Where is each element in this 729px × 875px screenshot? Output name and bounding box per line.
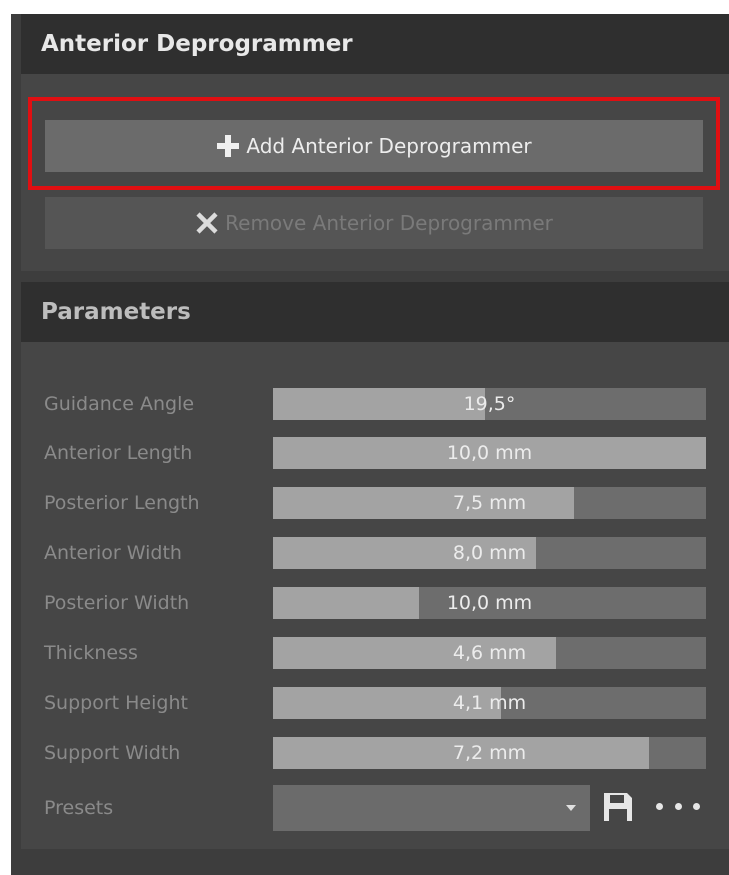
slider-posterior-width[interactable]: 10,0 mm [273,587,706,619]
remove-button-label: Remove Anterior Deprogrammer [225,211,553,235]
slider-support-height[interactable]: 4,1 mm [273,687,706,719]
param-label-anterior-width: Anterior Width [44,542,182,564]
slider-support-width[interactable]: 7,2 mm [273,737,706,769]
slider-value: 4,1 mm [452,692,527,714]
param-label-posterior-width: Posterior Width [44,592,190,614]
slider-posterior-length[interactable]: 7,5 mm [273,487,706,519]
slider-value: 10,0 mm [446,442,533,464]
save-icon[interactable] [601,790,635,824]
add-anterior-deprogrammer-button[interactable]: Add Anterior Deprogrammer [45,120,703,172]
remove-anterior-deprogrammer-button[interactable]: Remove Anterior Deprogrammer [45,197,703,249]
section-title: Parameters [41,299,191,325]
param-label-anterior-length: Anterior Length [44,442,193,464]
slider-value: 8,0 mm [452,542,527,564]
section-header-anterior-deprogrammer[interactable]: Anterior Deprogrammer [21,14,729,74]
slider-value: 10,0 mm [446,592,533,614]
slider-value: 7,5 mm [452,492,527,514]
add-button-label: Add Anterior Deprogrammer [246,134,532,158]
param-label-thickness: Thickness [44,642,138,664]
slider-anterior-length[interactable]: 10,0 mm [273,437,706,469]
plus-icon [216,134,240,158]
x-icon [195,211,219,235]
presets-label: Presets [44,797,114,819]
section-header-parameters[interactable]: Parameters [21,282,729,342]
chevron-down-icon [566,805,576,811]
slider-value: 19,5° [463,393,516,415]
slider-thickness[interactable]: 4,6 mm [273,637,706,669]
param-label-support-width: Support Width [44,742,181,764]
presets-dropdown[interactable] [273,785,590,831]
slider-guidance-angle[interactable]: 19,5° [273,388,706,420]
slider-anterior-width[interactable]: 8,0 mm [273,537,706,569]
param-label-support-height: Support Height [44,692,188,714]
param-label-posterior-length: Posterior Length [44,492,200,514]
param-label-guidance-angle: Guidance Angle [44,393,195,415]
more-icon[interactable] [656,796,700,816]
slider-value: 7,2 mm [452,742,527,764]
slider-value: 4,6 mm [452,642,527,664]
section-title: Anterior Deprogrammer [41,31,353,57]
